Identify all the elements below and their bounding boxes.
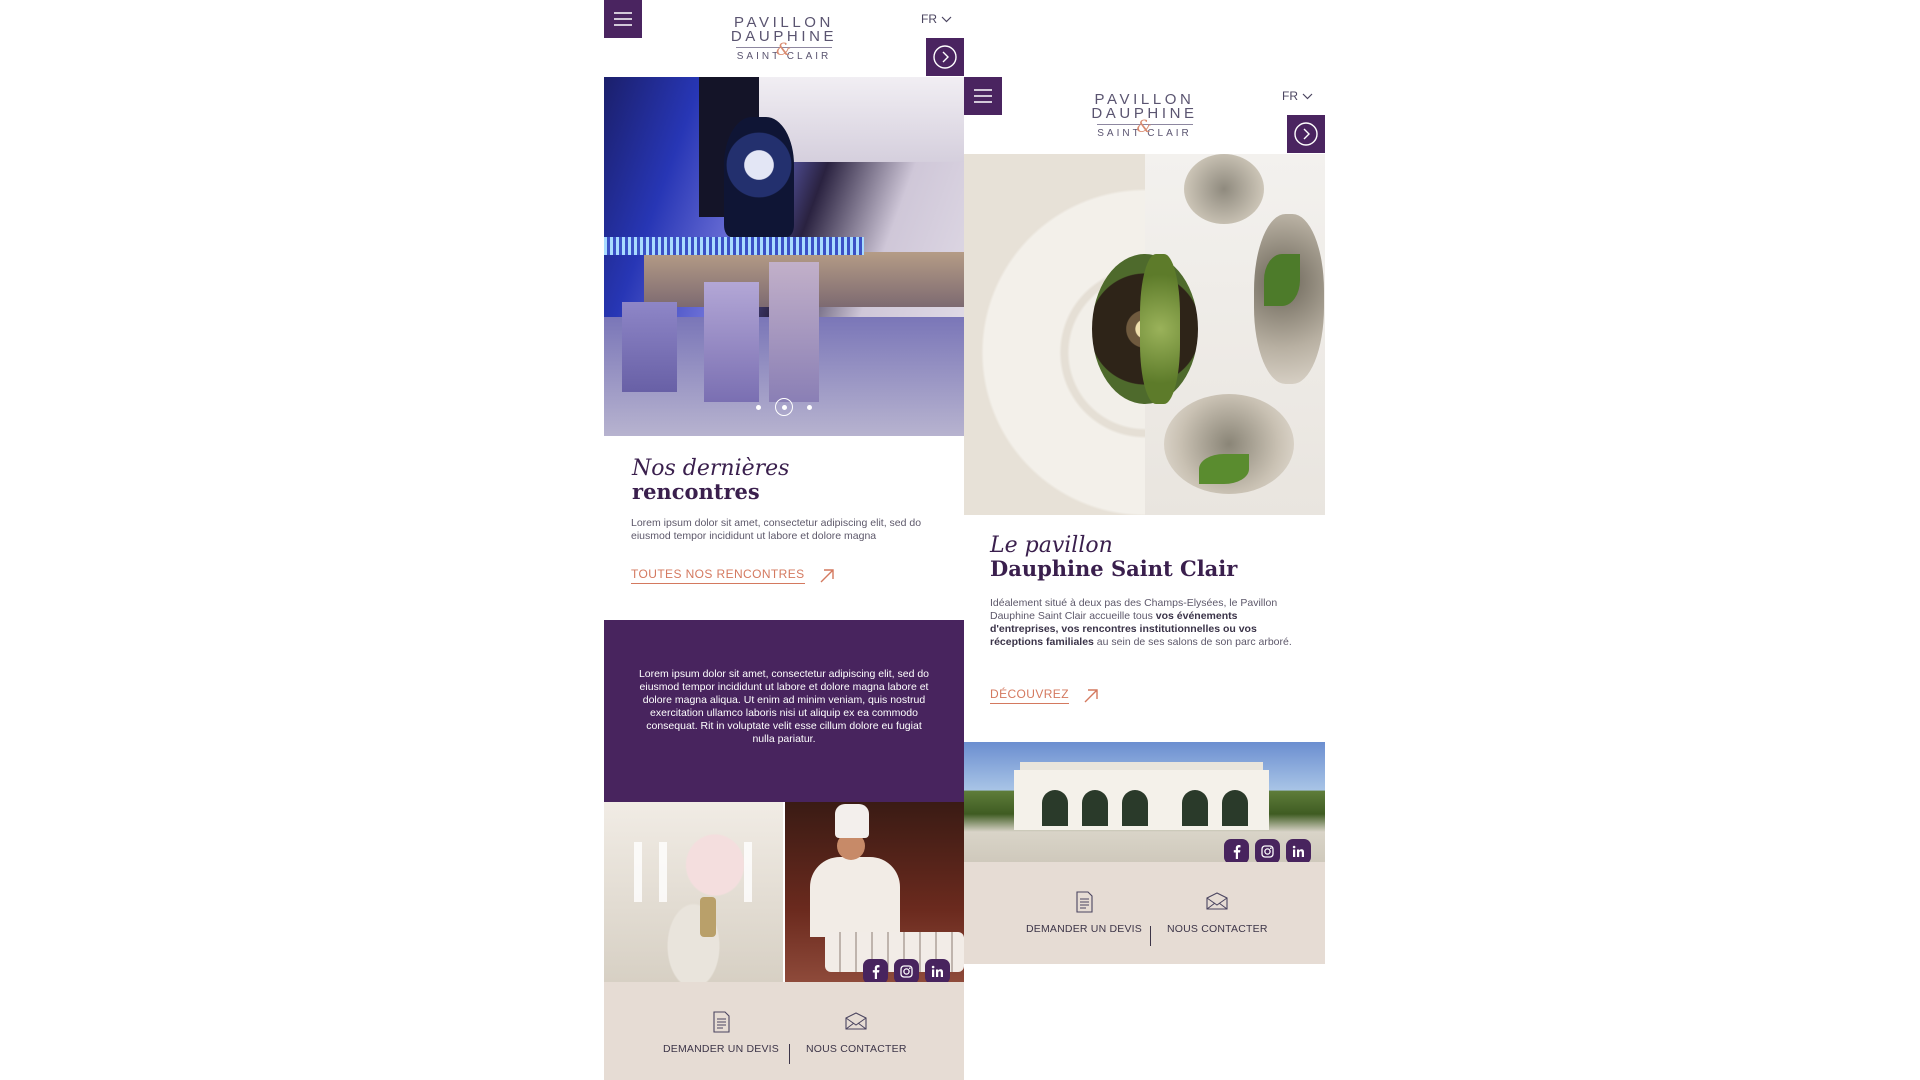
- pavilion-window: [1082, 790, 1108, 826]
- social-links: [1224, 839, 1311, 862]
- section-description: Lorem ipsum dolor sit amet, consectetur …: [631, 517, 922, 542]
- section-title-italic: Le pavillon: [990, 533, 1113, 558]
- next-page-button[interactable]: [926, 38, 964, 76]
- carousel-dot-active[interactable]: [775, 398, 793, 416]
- language-label: FR: [1282, 89, 1298, 103]
- next-page-button[interactable]: [1287, 115, 1325, 153]
- menu-icon: [614, 12, 632, 26]
- glass: [634, 842, 642, 902]
- venue-flowers: [724, 117, 794, 237]
- carousel-dot[interactable]: [756, 404, 761, 410]
- language-selector[interactable]: FR: [1282, 89, 1313, 103]
- contact-label: NOUS CONTACTER: [806, 1043, 907, 1055]
- section-title-bold: Dauphine Saint Clair: [990, 556, 1238, 581]
- request-quote-button[interactable]: DEMANDER UN DEVIS: [663, 1009, 779, 1055]
- venue-plinth: [769, 262, 819, 402]
- carousel-dot[interactable]: [807, 404, 812, 410]
- facebook-icon: [1233, 845, 1241, 859]
- glass: [659, 842, 667, 902]
- request-quote-label: DEMANDER UN DEVIS: [1026, 923, 1142, 935]
- request-quote-label: DEMANDER UN DEVIS: [663, 1043, 779, 1055]
- request-quote-button[interactable]: DEMANDER UN DEVIS: [1026, 889, 1142, 935]
- chef-hat: [835, 804, 869, 838]
- chef-photo: [785, 802, 964, 982]
- discover-link[interactable]: DÉCOUVREZ: [990, 687, 1099, 704]
- instagram-icon: [900, 965, 913, 978]
- table-setting-photo: [604, 802, 783, 982]
- mobile-screen-pavillon: PAVILLON DAUPHINE SAINT CLAIR & FR Le pa…: [964, 77, 1325, 964]
- chevron-down-icon: [941, 16, 952, 22]
- footer-divider: [789, 1044, 790, 1064]
- brand-logo[interactable]: PAVILLON DAUPHINE SAINT CLAIR &: [1085, 92, 1205, 140]
- footer-actions: DEMANDER UN DEVIS NOUS CONTACTER: [604, 982, 964, 1080]
- document-icon: [713, 1011, 730, 1033]
- facebook-link[interactable]: [863, 959, 888, 984]
- intro-panel: Lorem ipsum dolor sit amet, consectetur …: [604, 620, 964, 802]
- arrow-right-circle-icon: [933, 45, 957, 69]
- instagram-icon: [1261, 845, 1274, 858]
- document-icon: [1076, 891, 1093, 913]
- venue-plinth: [704, 282, 759, 402]
- intro-panel-text: Lorem ipsum dolor sit amet, consectetur …: [638, 668, 930, 745]
- photo-tiles: [604, 802, 964, 984]
- section-title: Nos dernières rencontres: [632, 458, 789, 504]
- carousel-dots: [756, 398, 812, 416]
- all-meetings-link-label: TOUTES NOS RENCONTRES: [631, 567, 805, 584]
- brand-logo[interactable]: PAVILLON DAUPHINE SAINT CLAIR &: [724, 15, 844, 63]
- linkedin-icon: [931, 965, 943, 977]
- linkedin-link[interactable]: [925, 959, 950, 984]
- pavilion-window: [1222, 790, 1248, 826]
- language-selector[interactable]: FR: [921, 12, 952, 26]
- vase: [700, 897, 716, 937]
- envelope-icon: [845, 1012, 867, 1030]
- contact-label: NOUS CONTACTER: [1167, 923, 1268, 935]
- linkedin-link[interactable]: [1286, 839, 1311, 862]
- social-links: [863, 959, 950, 984]
- discover-link-label: DÉCOUVREZ: [990, 687, 1069, 704]
- glass: [744, 842, 752, 902]
- hamburger-menu-button[interactable]: [604, 0, 642, 38]
- envelope-icon: [1206, 892, 1228, 910]
- facebook-icon: [872, 965, 880, 979]
- pavilion-photo: [964, 742, 1325, 862]
- arrow-right-circle-icon: [1294, 122, 1318, 146]
- pavilion-window: [1042, 790, 1068, 826]
- all-meetings-link[interactable]: TOUTES NOS RENCONTRES: [631, 567, 835, 584]
- logo-ampersand: &: [1136, 117, 1155, 137]
- basil-leaf: [1264, 254, 1300, 306]
- footer-divider: [1150, 926, 1151, 946]
- linkedin-icon: [1292, 845, 1304, 857]
- mobile-screen-home: PAVILLON DAUPHINE SAINT CLAIR & FR Nos d…: [604, 0, 964, 1080]
- language-label: FR: [921, 12, 937, 26]
- hamburger-menu-button[interactable]: [964, 77, 1002, 115]
- oyster: [1184, 154, 1264, 224]
- footer-actions: DEMANDER UN DEVIS NOUS CONTACTER: [964, 862, 1325, 964]
- pavilion-window: [1122, 790, 1148, 826]
- contact-button[interactable]: NOUS CONTACTER: [806, 1009, 907, 1055]
- arrow-up-right-icon: [1084, 688, 1098, 702]
- description-text-end: au sein de ses salons de son parc arboré…: [1093, 636, 1292, 648]
- venue-plinth: [622, 302, 677, 392]
- chef-coat: [810, 857, 900, 937]
- arrow-up-right-icon: [820, 568, 834, 582]
- contact-button[interactable]: NOUS CONTACTER: [1167, 889, 1268, 935]
- section-title-bold: rencontres: [632, 479, 760, 504]
- logo-line-3: SAINT CLAIR &: [1085, 119, 1205, 140]
- instagram-link[interactable]: [894, 959, 919, 984]
- section-title-italic: Nos dernières: [632, 456, 790, 481]
- menu-icon: [974, 89, 992, 103]
- hero-image-split: [964, 154, 1325, 515]
- pavilion-window: [1182, 790, 1208, 826]
- instagram-link[interactable]: [1255, 839, 1280, 862]
- section-description: Idéalement situé à deux pas des Champs-E…: [990, 597, 1300, 649]
- chevron-down-icon: [1302, 93, 1313, 99]
- logo-ampersand: &: [776, 40, 795, 60]
- basil-leaf: [1199, 454, 1249, 484]
- facebook-link[interactable]: [1224, 839, 1249, 862]
- venue-glasses: [604, 237, 864, 255]
- logo-line-3: SAINT CLAIR &: [724, 42, 844, 63]
- hero-carousel-image[interactable]: [604, 77, 964, 436]
- section-title: Le pavillon Dauphine Saint Clair: [990, 535, 1237, 581]
- moss-garnish: [1140, 254, 1180, 404]
